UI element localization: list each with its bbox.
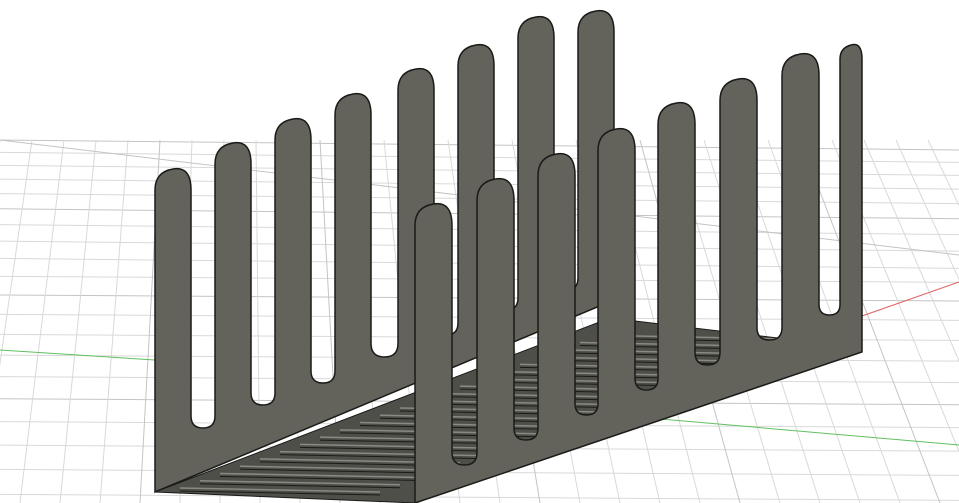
grid-line: [863, 139, 959, 363]
cad-3d-viewport[interactable]: [0, 0, 959, 503]
x-axis-line: [861, 281, 959, 317]
grid-line: [0, 493, 959, 501]
grid-line: [927, 139, 959, 207]
3d-scene[interactable]: [0, 0, 959, 503]
grid-line: [895, 139, 959, 281]
grid-line: [0, 139, 33, 367]
